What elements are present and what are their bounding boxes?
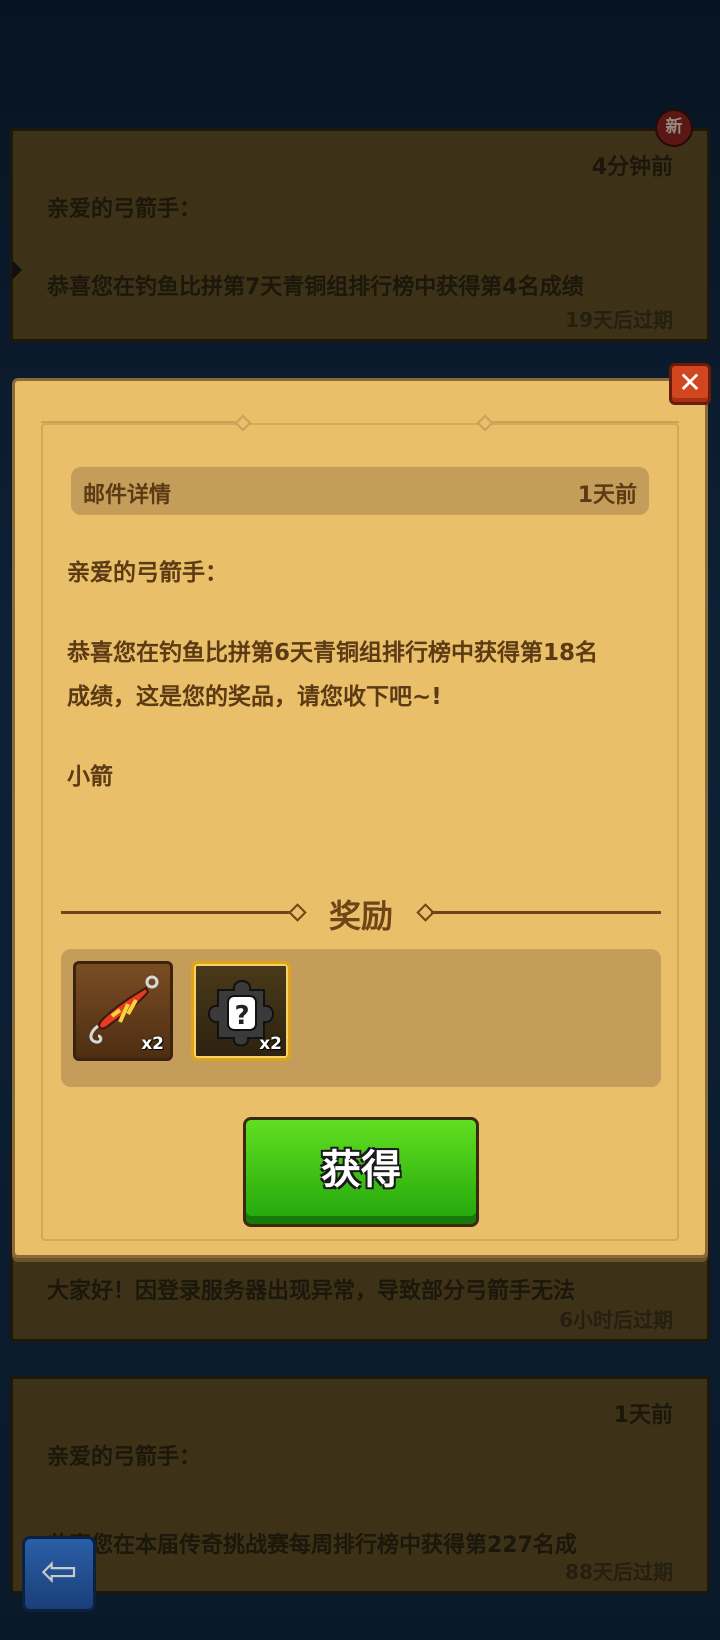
back-button[interactable]: ⇦ [22,1536,96,1612]
reward-panel: x2 ? x2 [61,949,661,1087]
reward-title: 奖励 [328,897,393,935]
mail-body-line: 成绩，这是您的奖品，请您收下吧~! [67,684,442,710]
mail-detail-time: 1天前 [577,483,637,508]
mail-greeting: 亲爱的弓箭手： [67,560,228,586]
reward-divider-line [431,911,661,914]
back-arrow-icon: ⇦ [40,1546,78,1597]
close-button[interactable]: ✕ [669,363,711,405]
svg-text:?: ? [234,1001,249,1031]
close-icon: ✕ [678,366,702,399]
ornament-line [41,421,249,423]
mail-detail-header: 邮件详情 1天前 [71,467,649,515]
mail-signature: 小箭 [67,764,113,790]
reward-quantity: x2 [259,1034,282,1054]
claim-button[interactable]: 获得 [243,1117,479,1227]
reward-item[interactable]: x2 [73,961,173,1061]
mail-detail-dialog: ✕ 邮件详情 1天前 亲爱的弓箭手： 恭喜您在钓鱼比拼第6天青铜组排行榜中获得第… [12,363,711,1258]
reward-quantity: x2 [141,1034,164,1054]
mail-detail-title: 邮件详情 [83,483,172,508]
reward-section-header: 奖励 [61,891,661,935]
ornament-line [491,421,679,423]
mail-body-line: 恭喜您在钓鱼比拼第6天青铜组排行榜中获得第18名 [67,640,599,666]
reward-item[interactable]: ? x2 [191,961,291,1061]
